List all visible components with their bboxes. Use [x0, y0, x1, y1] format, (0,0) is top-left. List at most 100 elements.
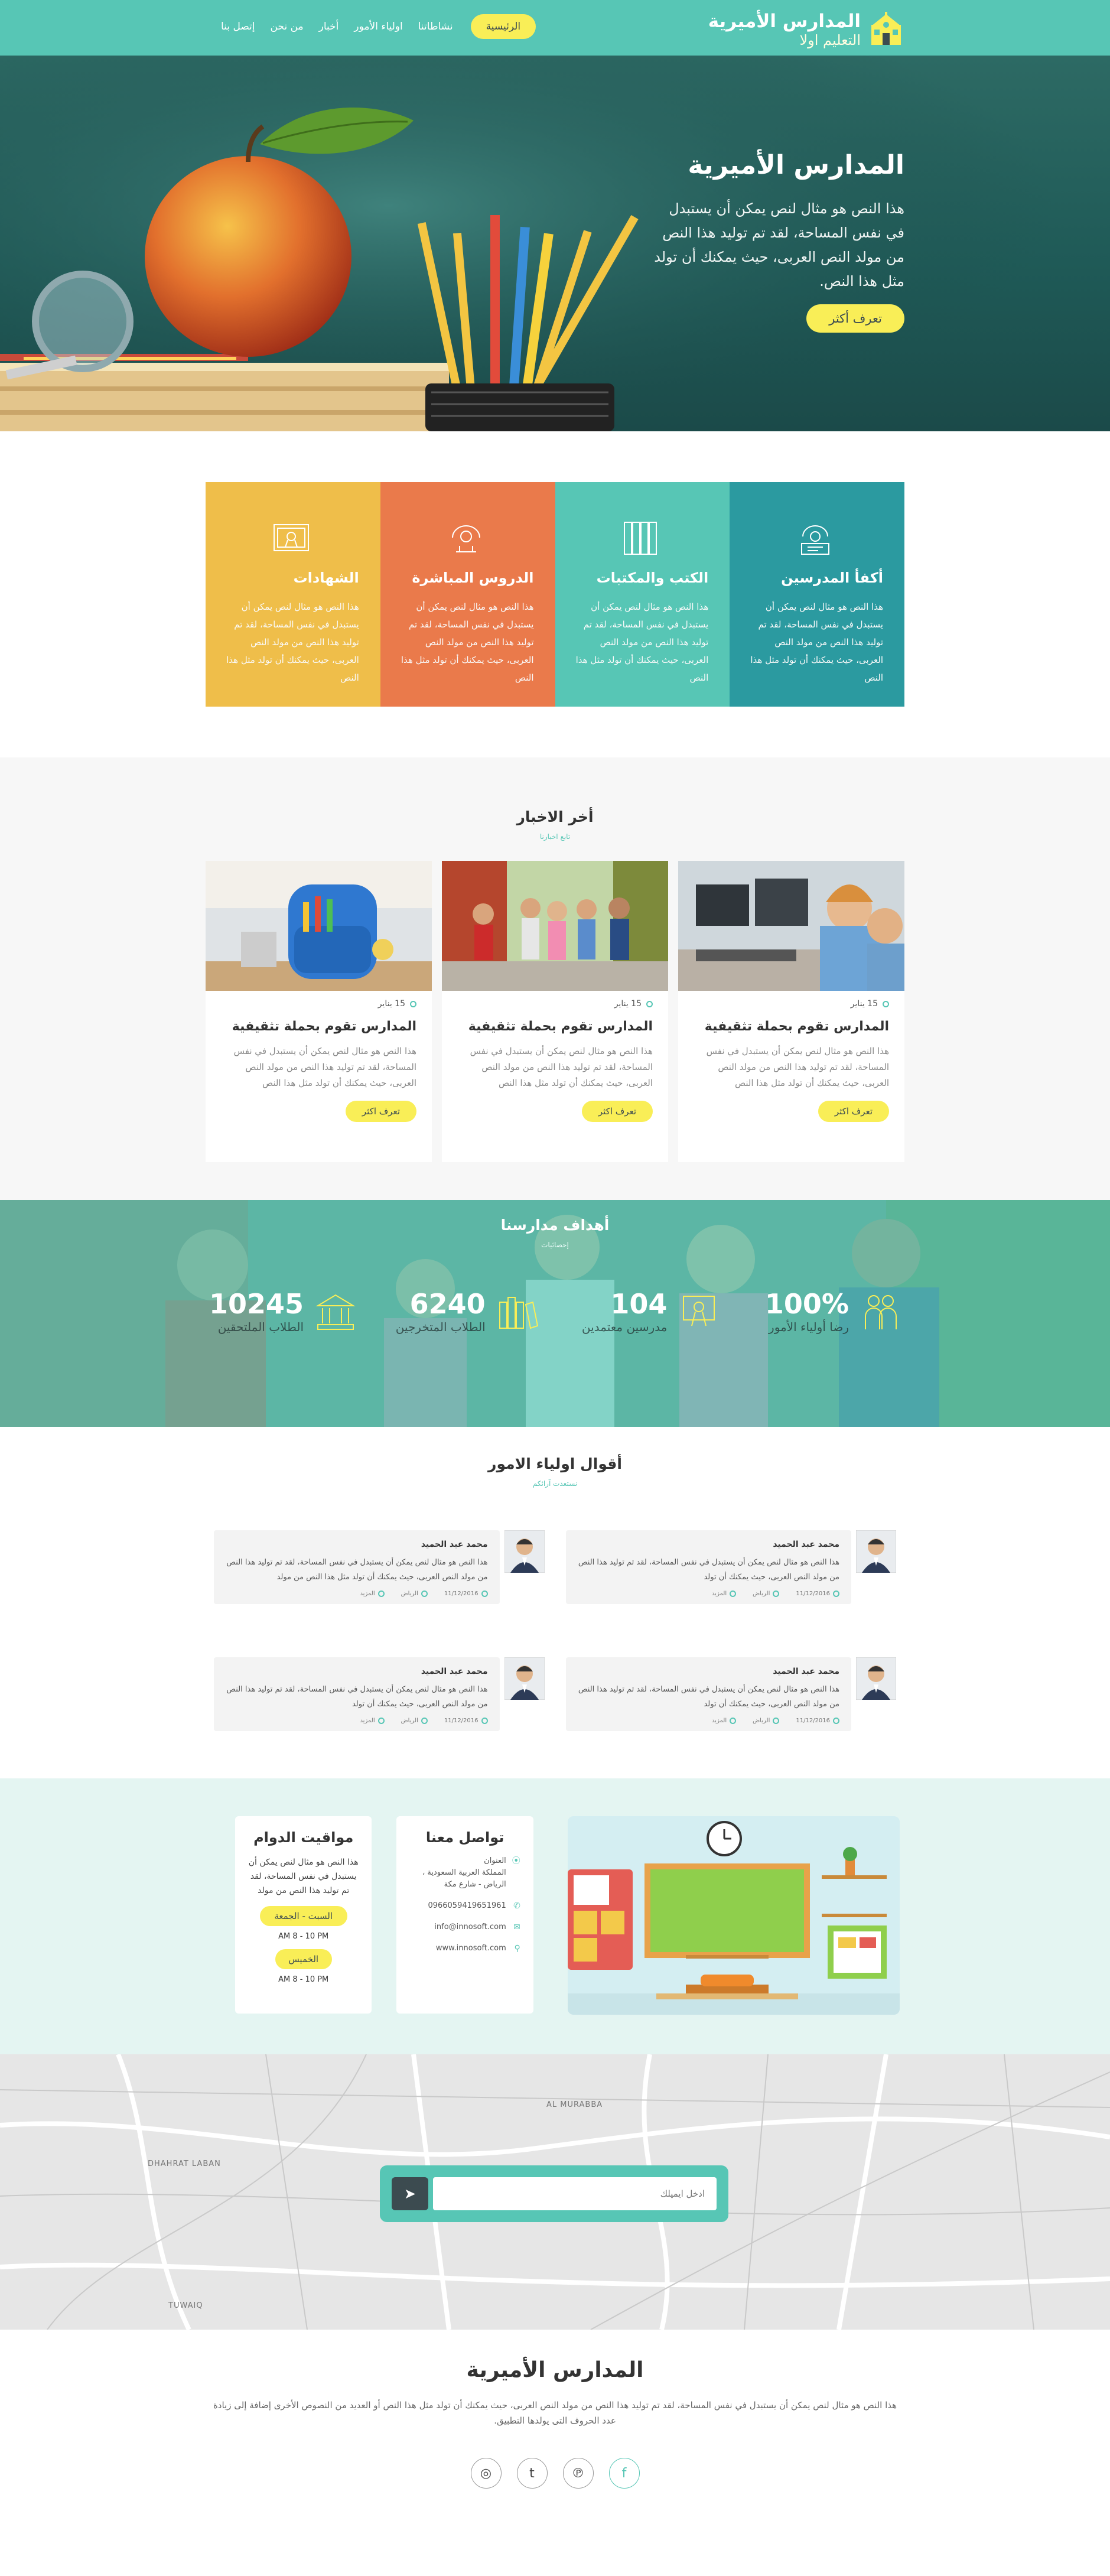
stat-number: 6240	[409, 1288, 486, 1320]
stat-number: 100%	[764, 1288, 849, 1320]
feature-live-lessons[interactable]: الدروس المباشرة هذا النص هو مثال لنص يمك…	[380, 482, 555, 707]
testimonials-subtitle: نستعدت آرائكم	[532, 1479, 578, 1488]
testimonial-more[interactable]: المزيد	[360, 1591, 385, 1597]
comment-icon	[377, 1591, 385, 1597]
hero-learn-more-button[interactable]: تعرف أكثر	[806, 304, 904, 333]
books-icon	[624, 522, 657, 555]
contact-address: ⦿ العنوان المملكة العربية السعودية ، الريا…	[422, 1856, 520, 1889]
hours-text: هذا النص هو مثال لنص يمكن أن يستبدل في ن…	[248, 1858, 359, 1895]
news-card-title[interactable]: المدارس تقوم بحملة تثقيفية	[694, 1019, 889, 1034]
newsletter-email-input[interactable]	[433, 2177, 717, 2210]
comment-icon	[730, 1591, 737, 1597]
stat-number: 104	[610, 1288, 668, 1320]
contact-phone[interactable]: ✆ 0966059419651961	[409, 1900, 520, 1912]
classroom-illustration	[567, 1816, 900, 2015]
feature-title: أكفأ المدرسين	[781, 570, 883, 586]
pinterest-icon[interactable]: ℗	[562, 2458, 594, 2489]
contact-email[interactable]: ✉ info@innosoft.com	[409, 1921, 520, 1933]
testimonial-date: 11/12/2016	[444, 1718, 488, 1724]
newsletter-form: ➤	[380, 2165, 728, 2222]
phone-icon: ✆	[513, 1901, 520, 1911]
testimonial-more[interactable]: المزيد	[712, 1718, 737, 1724]
news-card[interactable]: 15 يناير المدارس تقوم بحملة تثقيفية هذا …	[206, 861, 432, 1162]
location-icon: ⦿	[512, 1856, 520, 1866]
news-card-title[interactable]: المدارس تقوم بحملة تثقيفية	[221, 1019, 416, 1034]
testimonial-text: هذا النص هو مثال لنص يمكن أن يستبدل في ن…	[226, 1558, 488, 1582]
twitter-icon[interactable]: t	[516, 2458, 548, 2489]
location-icon	[773, 1718, 780, 1724]
news-more-button[interactable]: تعرف اكثر	[345, 1101, 416, 1122]
news-image-classroom	[678, 861, 904, 991]
send-arrow-icon[interactable]: ➤	[392, 2177, 428, 2210]
contact-title: تواصل معنا	[425, 1829, 504, 1846]
feature-certificates[interactable]: الشهادات هذا النص هو مثال لنص يمكن أن يس…	[206, 482, 380, 707]
clock-icon	[833, 1718, 839, 1724]
facebook-icon[interactable]: f	[608, 2458, 640, 2489]
testimonial: محمد عبد الحميد هذا النص هو مثال لنص يمك…	[214, 1657, 545, 1731]
nav-home[interactable]: الرئيسية	[470, 14, 536, 39]
hero-section: المدارس الأميرية هذا النص هو مثال لنص يم…	[0, 56, 1110, 431]
contact-card: تواصل معنا ⦿ العنوان المملكة العربية السعو…	[396, 1816, 533, 2014]
school-building-icon	[315, 1294, 356, 1330]
feature-text: هذا النص هو مثال لنص يمكن أن يستبدل في ن…	[226, 601, 359, 683]
testimonial-text: هذا النص هو مثال لنص يمكن أن يستبدل في ن…	[578, 1558, 839, 1582]
map-label-al-murabba: AL MURABBA	[546, 2100, 603, 2109]
testimonial-name: محمد عبد الحميد	[773, 1540, 839, 1549]
nav-news[interactable]: أخبار	[319, 21, 339, 32]
hero-illustration	[0, 56, 1110, 431]
hours-time: AM 8 - 10 PM	[278, 1932, 329, 1941]
stat-label: الطلاب الملتحقين	[217, 1320, 304, 1334]
feature-teachers[interactable]: أكفأ المدرسين هذا النص هو مثال لنص يمكن …	[730, 482, 904, 707]
nav-about[interactable]: من نحن	[271, 21, 304, 32]
stats-subtitle: إحصائيات	[541, 1241, 569, 1249]
working-hours-card: مواقيت الدوام هذا النص هو مثال لنص يمكن …	[235, 1816, 372, 2014]
testimonial-more[interactable]: المزيد	[360, 1718, 385, 1724]
stat-graduates: 6240 الطلاب المتخرجين	[388, 1288, 541, 1335]
news-title: أخر الاخبار	[516, 808, 594, 825]
feature-text: هذا النص هو مثال لنص يمكن أن يستبدل في ن…	[750, 601, 883, 683]
logo[interactable]: المدارس الأميرية التعليم اولا	[708, 11, 904, 48]
news-more-button[interactable]: تعرف اكثر	[818, 1101, 889, 1122]
location-icon	[773, 1591, 780, 1597]
news-image-backpack	[206, 861, 432, 991]
contact-section: تواصل معنا ⦿ العنوان المملكة العربية السعو…	[0, 1778, 1110, 2054]
nav-activities[interactable]: نشاطاتنا	[418, 21, 453, 32]
news-card[interactable]: 15 يناير المدارس تقوم بحملة تثقيفية هذا …	[442, 861, 668, 1162]
clock-icon	[833, 1591, 839, 1597]
hours-day-badge: الخميس	[275, 1949, 332, 1969]
stat-label: مدرسين معتمدين	[581, 1320, 668, 1334]
hero-text: المدارس الأميرية هذا النص هو مثال لنص يم…	[650, 150, 904, 333]
live-lesson-icon	[451, 525, 480, 552]
teacher-icon	[801, 525, 830, 555]
clock-icon	[481, 1718, 488, 1724]
testimonial-more[interactable]: المزيد	[712, 1591, 737, 1597]
contact-website[interactable]: ⚲ www.innosoft.com	[409, 1943, 520, 1954]
clock-icon	[646, 1000, 653, 1007]
hero-title: المدارس الأميرية	[688, 150, 904, 180]
testimonial-name: محمد عبد الحميد	[421, 1667, 488, 1676]
news-card[interactable]: 15 يناير المدارس تقوم بحملة تثقيفية هذا …	[678, 861, 904, 1162]
map-section[interactable]: AL MURABBA DHAHRAT LABAN TUWAIQ ➤	[0, 2054, 1110, 2330]
site-footer: المدارس الأميرية هذا النص هو مثال لنص يم…	[0, 2330, 1110, 2489]
news-card-text: هذا النص هو مثال لنص يمكن أن يستبدل في ن…	[233, 1046, 416, 1088]
stats-section: أهداف مدارسنا إحصائيات 100% رضا أولياء ال…	[0, 1200, 1110, 1427]
news-more-button[interactable]: تعرف اكثر	[581, 1101, 653, 1122]
testimonial-text: هذا النص هو مثال لنص يمكن أن يستبدل في ن…	[578, 1685, 839, 1709]
testimonials-title: أقوال اولياء الامور	[488, 1455, 622, 1472]
instagram-icon[interactable]: ◎	[470, 2458, 502, 2489]
comment-icon	[730, 1718, 737, 1724]
nav-parents[interactable]: اولياء الأمور	[354, 21, 402, 32]
testimonial-location: الرياض	[753, 1718, 780, 1724]
feature-books[interactable]: الكتب والمكتبات هذا النص هو مثال لنص يمك…	[555, 482, 730, 707]
testimonials-section: أقوال اولياء الامور نستعدت آرائكم محمد ع…	[0, 1427, 1110, 1778]
footer-title: المدارس الأميرية	[466, 2358, 644, 2382]
comment-icon	[377, 1718, 385, 1724]
news-card-title[interactable]: المدارس تقوم بحملة تثقيفية	[457, 1019, 653, 1034]
testimonial-name: محمد عبد الحميد	[421, 1540, 488, 1549]
nav-contact[interactable]: إتصل بنا	[221, 21, 255, 32]
hero-paragraph: هذا النص هو مثال لنص يمكن أن يستبدل في ن…	[654, 200, 904, 290]
site-header: المدارس الأميرية التعليم اولا الرئيسية ن…	[0, 0, 1110, 56]
avatar	[504, 1657, 545, 1700]
testimonial: محمد عبد الحميد هذا النص هو مثال لنص يمك…	[565, 1530, 896, 1604]
testimonial-location: الرياض	[753, 1591, 780, 1597]
